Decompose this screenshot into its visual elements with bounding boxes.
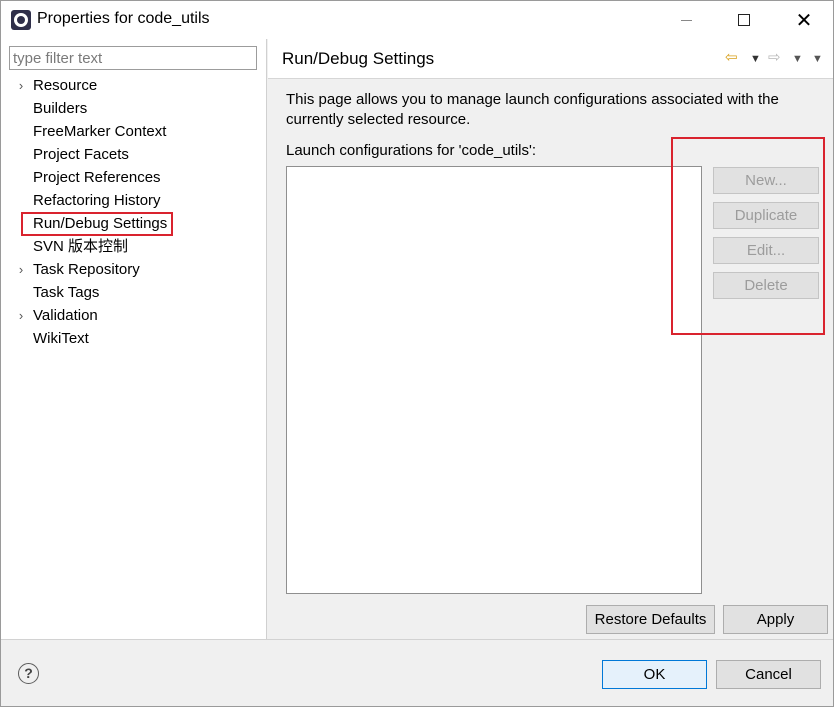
tree-item-wikitext[interactable]: WikiText — [1, 328, 266, 351]
tree-item-freemarker-context[interactable]: FreeMarker Context — [1, 121, 266, 144]
delete-button[interactable]: Delete — [713, 272, 819, 299]
forward-arrow-icon[interactable]: ⇨ — [768, 49, 781, 67]
minimize-icon — [680, 19, 692, 21]
back-arrow-icon[interactable]: ⇦ — [725, 49, 738, 67]
tree-item-project-facets[interactable]: Project Facets — [1, 144, 266, 167]
description-line-1: This page allows you to manage launch co… — [286, 91, 779, 108]
page-header: Run/Debug Settings ⇦ ▼ ⇨ ▼ ▼ — [268, 39, 833, 79]
tree-item-label: Refactoring History — [33, 192, 161, 209]
title-bar: Properties for code_utils ✕ — [1, 1, 833, 39]
launch-configurations-list[interactable] — [286, 166, 702, 594]
apply-button[interactable]: Apply — [723, 605, 828, 634]
dialog-button-bar: ? OK Cancel — [1, 639, 833, 706]
expand-arrow-icon[interactable]: › — [15, 77, 27, 95]
tree-item-label: Project Facets — [33, 146, 129, 163]
tree-item-label: Task Repository — [33, 261, 140, 278]
back-dropdown-icon[interactable]: ▼ — [750, 50, 761, 68]
close-button[interactable]: ✕ — [777, 1, 831, 39]
tree-item-label: Run/Debug Settings — [20, 212, 174, 236]
tree-item-label: Task Tags — [33, 284, 100, 301]
tree-item-label: WikiText — [33, 330, 89, 347]
view-menu-icon[interactable]: ▼ — [812, 50, 823, 68]
tree-item-label: Project References — [33, 169, 161, 186]
tree-item-svn[interactable]: SVN 版本控制 — [1, 236, 266, 259]
tree-item-label: Resource — [33, 77, 98, 94]
tree-item-label: Validation — [33, 307, 98, 324]
tree-item-run-debug-settings[interactable]: Run/Debug Settings — [1, 212, 266, 236]
expand-arrow-icon[interactable]: › — [15, 307, 27, 325]
help-icon[interactable]: ? — [18, 663, 39, 684]
description-line-2: currently selected resource. — [286, 111, 471, 128]
new-button[interactable]: New... — [713, 167, 819, 194]
tree-item-task-tags[interactable]: Task Tags — [1, 282, 266, 305]
page-description: This page allows you to manage launch co… — [286, 90, 831, 130]
tree-item-validation[interactable]: › Validation — [1, 305, 266, 328]
tree-item-task-repository[interactable]: › Task Repository — [1, 259, 266, 282]
eclipse-app-icon — [11, 10, 31, 30]
category-pane: › Resource Builders FreeMarker Context P… — [1, 39, 267, 639]
settings-page: Run/Debug Settings ⇦ ▼ ⇨ ▼ ▼ This page a… — [268, 39, 833, 639]
expand-arrow-icon[interactable]: › — [15, 261, 27, 279]
filter-input[interactable] — [9, 46, 257, 70]
edit-button[interactable]: Edit... — [713, 237, 819, 264]
tree-item-builders[interactable]: Builders — [1, 98, 266, 121]
duplicate-button[interactable]: Duplicate — [713, 202, 819, 229]
tree-item-label: Builders — [33, 100, 88, 117]
tree-item-label: SVN 版本控制 — [33, 238, 129, 255]
page-title: Run/Debug Settings — [282, 49, 435, 68]
tree-item-resource[interactable]: › Resource — [1, 75, 266, 98]
tree-item-refactoring-history[interactable]: Refactoring History — [1, 190, 266, 213]
minimize-button[interactable] — [659, 1, 713, 39]
maximize-icon — [738, 14, 750, 26]
cancel-button[interactable]: Cancel — [716, 660, 821, 689]
launch-configurations-label: Launch configurations for 'code_utils': — [286, 142, 537, 159]
tree-item-label: FreeMarker Context — [33, 123, 167, 140]
window-title: Properties for code_utils — [37, 10, 210, 27]
forward-dropdown-icon[interactable]: ▼ — [792, 50, 803, 68]
ok-button[interactable]: OK — [602, 660, 707, 689]
maximize-button[interactable] — [717, 1, 771, 39]
tree-item-project-references[interactable]: Project References — [1, 167, 266, 190]
restore-defaults-button[interactable]: Restore Defaults — [586, 605, 715, 634]
properties-dialog: Properties for code_utils ✕ › Resource B… — [0, 0, 834, 707]
